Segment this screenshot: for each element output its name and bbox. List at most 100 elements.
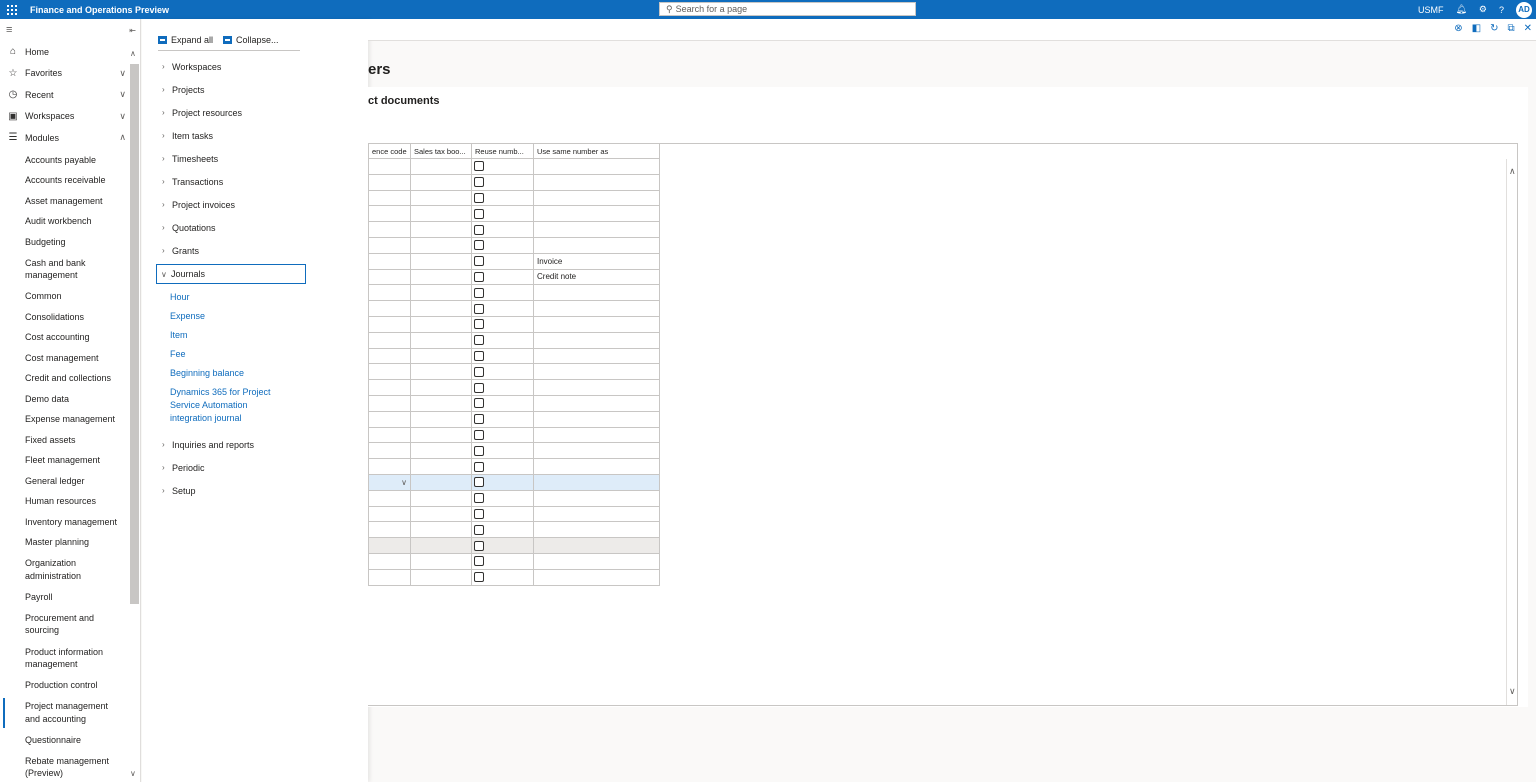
table-row[interactable] (368, 568, 660, 586)
cell-use-same-number-as[interactable] (533, 458, 660, 475)
flyout-link[interactable]: Item (142, 329, 368, 342)
module-item[interactable]: Organization administration (0, 553, 128, 587)
cell-use-same-number-as[interactable] (533, 379, 660, 396)
cell-sales-tax-book[interactable] (410, 442, 472, 460)
cell-use-same-number-as[interactable] (533, 189, 660, 207)
table-row[interactable] (368, 236, 660, 254)
table-row[interactable] (368, 363, 660, 381)
module-item[interactable]: Procurement and sourcing (0, 607, 128, 641)
flyout-group[interactable]: › Transactions (142, 170, 368, 193)
cell-sales-tax-book[interactable] (410, 284, 472, 302)
reuse-numbers-checkbox[interactable] (474, 335, 484, 346)
reuse-numbers-checkbox[interactable] (474, 398, 484, 409)
cell-sales-tax-book[interactable] (410, 315, 472, 333)
flyout-link[interactable]: Fee (142, 348, 368, 361)
cell-use-same-number-as[interactable] (533, 410, 660, 428)
nav-recent[interactable]: ◷ Recent ∨ (0, 84, 140, 106)
cell-reference-code[interactable] (368, 379, 411, 396)
cell-sales-tax-book[interactable] (410, 236, 472, 254)
cell-sales-tax-book[interactable] (410, 505, 472, 523)
flyout-group[interactable]: › Setup (142, 479, 368, 502)
nav-scrollbar[interactable]: ∧ ∨ (129, 49, 139, 782)
search-input[interactable]: ⚲ Search for a page (659, 2, 916, 16)
cell-reference-code[interactable] (368, 410, 411, 428)
cell-use-same-number-as[interactable] (533, 521, 660, 539)
cell-sales-tax-book[interactable] (410, 252, 472, 270)
table-row[interactable] (368, 458, 660, 475)
module-item[interactable]: Human resources (0, 491, 128, 512)
reuse-numbers-checkbox[interactable] (474, 303, 484, 314)
close-icon[interactable]: ✕ (1524, 23, 1532, 34)
table-row[interactable] (368, 521, 660, 539)
table-row[interactable] (368, 552, 660, 570)
table-row[interactable] (368, 158, 660, 175)
table-row[interactable] (368, 505, 660, 523)
reuse-numbers-checkbox[interactable] (474, 508, 484, 519)
flyout-link[interactable]: Hour (142, 291, 368, 304)
cell-reference-code[interactable] (368, 252, 411, 270)
col-use-same-number-as[interactable]: Use same number as (533, 143, 660, 159)
cell-sales-tax-book[interactable] (410, 521, 472, 539)
table-row[interactable] (368, 537, 660, 554)
cell-reference-code[interactable] (368, 205, 411, 223)
app-title[interactable]: Finance and Operations Preview (30, 5, 169, 15)
reuse-numbers-checkbox[interactable] (474, 414, 484, 425)
module-item[interactable]: Credit and collections (0, 368, 128, 389)
flyout-group[interactable]: › Timesheets (142, 147, 368, 170)
cell-use-same-number-as[interactable] (533, 489, 660, 507)
module-item[interactable]: Project management and accounting (0, 696, 128, 730)
table-row[interactable] (368, 426, 660, 444)
cell-use-same-number-as[interactable] (533, 363, 660, 381)
flyout-group[interactable]: › Inquiries and reports (142, 433, 368, 456)
cell-sales-tax-book[interactable] (410, 473, 472, 491)
table-row[interactable] (368, 379, 660, 396)
flyout-group-journals[interactable]: ∨ Journals (156, 264, 306, 284)
reuse-numbers-checkbox[interactable] (474, 224, 484, 235)
table-row[interactable] (368, 205, 660, 223)
help-icon[interactable]: ? (1499, 5, 1504, 15)
module-item[interactable]: Cash and bank management (0, 252, 128, 286)
cell-sales-tax-book[interactable] (410, 300, 472, 317)
cell-reference-code[interactable] (368, 173, 411, 191)
module-item[interactable]: Payroll (0, 587, 128, 608)
module-item[interactable]: General ledger (0, 471, 128, 492)
reuse-numbers-checkbox[interactable] (474, 192, 484, 203)
cell-reference-code[interactable]: ∨ (368, 473, 411, 491)
cell-sales-tax-book[interactable] (410, 268, 472, 286)
scroll-thumb[interactable] (130, 64, 139, 604)
cell-use-same-number-as[interactable] (533, 568, 660, 586)
reuse-numbers-checkbox[interactable] (474, 177, 484, 188)
cell-sales-tax-book[interactable] (410, 189, 472, 207)
reuse-numbers-checkbox[interactable] (474, 461, 484, 472)
flyout-link[interactable]: Dynamics 365 for Project Service Automat… (142, 386, 292, 425)
cell-reference-code[interactable] (368, 458, 411, 475)
cell-use-same-number-as[interactable] (533, 300, 660, 317)
flyout-group[interactable]: › Workspaces (142, 55, 368, 78)
flyout-group[interactable]: › Grants (142, 239, 368, 262)
module-item[interactable]: Audit workbench (0, 211, 128, 232)
flyout-link[interactable]: Expense (142, 310, 368, 323)
module-item[interactable]: Cost management (0, 348, 128, 369)
module-item[interactable]: Demo data (0, 389, 128, 410)
cell-reference-code[interactable] (368, 284, 411, 302)
cell-reference-code[interactable] (368, 537, 411, 554)
cell-use-same-number-as[interactable] (533, 173, 660, 191)
cell-sales-tax-book[interactable] (410, 552, 472, 570)
col-reuse-numbers[interactable]: Reuse numb... (471, 143, 534, 159)
nav-modules[interactable]: ☰ Modules ∧ (0, 127, 140, 149)
cell-reference-code[interactable] (368, 189, 411, 207)
grid-scrollbar[interactable]: ∧ ∨ (1506, 159, 1518, 705)
table-row[interactable] (368, 173, 660, 191)
cell-sales-tax-book[interactable] (410, 458, 472, 475)
reuse-numbers-checkbox[interactable] (474, 540, 484, 551)
cell-use-same-number-as[interactable] (533, 426, 660, 444)
module-item[interactable]: Accounts payable (0, 150, 128, 171)
chevron-up-icon[interactable]: ∧ (1509, 167, 1516, 177)
cell-sales-tax-book[interactable] (410, 426, 472, 444)
cell-reference-code[interactable] (368, 363, 411, 381)
module-item[interactable]: Budgeting (0, 232, 128, 253)
cell-reference-code[interactable] (368, 442, 411, 460)
module-item[interactable]: Asset management (0, 191, 128, 212)
cell-use-same-number-as[interactable] (533, 537, 660, 554)
cell-sales-tax-book[interactable] (410, 410, 472, 428)
